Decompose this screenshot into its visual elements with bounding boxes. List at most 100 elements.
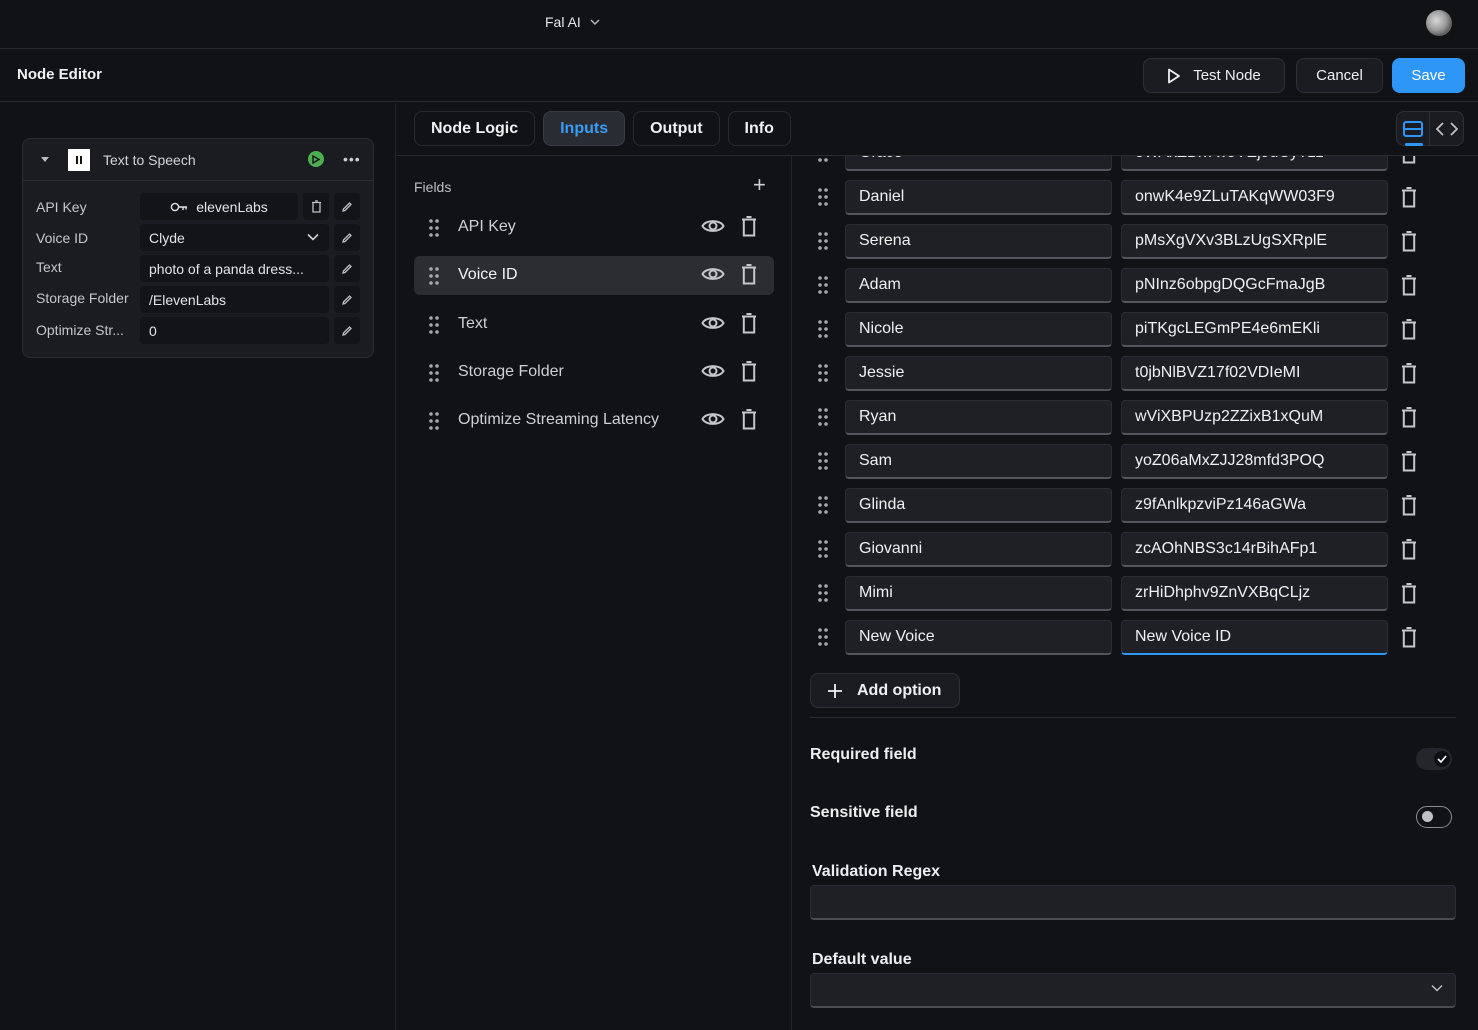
option-voice-id-input[interactable]: wViXBPUzp2ZZixB1xQuM xyxy=(1121,400,1388,435)
save-button[interactable]: Save xyxy=(1392,58,1465,93)
option-voice-id-input[interactable]: onwK4e9ZLuTAKqWW03F9 xyxy=(1121,180,1388,215)
drag-handle-icon[interactable] xyxy=(429,412,439,435)
option-name-input[interactable]: Jessie xyxy=(845,356,1112,391)
tab-output[interactable]: Output xyxy=(633,111,720,146)
visibility-eye-icon[interactable] xyxy=(701,314,725,337)
drag-handle-icon[interactable] xyxy=(818,628,828,651)
visibility-eye-icon[interactable] xyxy=(701,362,725,385)
trash-icon[interactable] xyxy=(1401,451,1417,477)
option-voice-id-input[interactable]: pNInz6obpgDQGcFmaJgB xyxy=(1121,268,1388,303)
trash-icon[interactable] xyxy=(1401,627,1417,653)
user-avatar[interactable] xyxy=(1426,10,1452,36)
drag-handle-icon[interactable] xyxy=(818,276,828,299)
trash-icon[interactable] xyxy=(741,216,757,242)
field-item[interactable]: Storage Folder xyxy=(414,353,774,392)
tab-info[interactable]: Info xyxy=(727,111,791,146)
option-name-input[interactable]: Ryan xyxy=(845,400,1112,435)
option-name-input[interactable]: Sam xyxy=(845,444,1112,479)
option-voice-id-input[interactable]: zcAOhNBS3c14rBihAFp1 xyxy=(1121,532,1388,567)
api-key-delete-button[interactable] xyxy=(303,193,329,220)
storage-folder-edit-button[interactable] xyxy=(334,286,360,313)
workspace-selector[interactable]: Fal AI xyxy=(545,14,601,30)
option-name-input[interactable]: New Voice xyxy=(845,620,1112,655)
tab-node-logic[interactable]: Node Logic xyxy=(414,111,536,146)
drag-handle-icon[interactable] xyxy=(818,408,828,431)
trash-icon[interactable] xyxy=(1401,363,1417,389)
collapse-caret-icon[interactable] xyxy=(41,157,49,162)
trash-icon[interactable] xyxy=(1401,407,1417,433)
optimize-latency-value[interactable]: 0 xyxy=(140,317,329,344)
drag-handle-icon[interactable] xyxy=(818,320,828,343)
trash-icon[interactable] xyxy=(1401,583,1417,609)
drag-handle-icon[interactable] xyxy=(429,267,439,290)
trash-icon[interactable] xyxy=(1401,187,1417,213)
option-voice-id-input[interactable]: pMsXgVXv3BLzUgSXRplE xyxy=(1121,224,1388,259)
option-voice-id-input[interactable]: z9fAnlkpzviPz146aGWa xyxy=(1121,488,1388,523)
add-field-button[interactable]: + xyxy=(753,174,766,196)
visibility-eye-icon[interactable] xyxy=(701,410,725,433)
trash-icon[interactable] xyxy=(1401,275,1417,301)
drag-handle-icon[interactable] xyxy=(818,496,828,519)
trash-icon[interactable] xyxy=(741,264,757,290)
field-item[interactable]: API Key xyxy=(414,208,774,247)
test-node-button[interactable]: Test Node xyxy=(1143,58,1285,93)
drag-handle-icon[interactable] xyxy=(429,364,439,387)
add-option-button[interactable]: Add option xyxy=(810,673,960,708)
api-key-edit-button[interactable] xyxy=(334,193,360,220)
validation-regex-input[interactable] xyxy=(810,885,1456,920)
trash-icon[interactable] xyxy=(741,360,757,387)
trash-icon[interactable] xyxy=(1401,319,1417,345)
option-voice-id-input[interactable]: yoZ06aMxZJJ28mfd3POQ xyxy=(1121,444,1388,479)
required-field-toggle[interactable] xyxy=(1416,748,1452,770)
drag-handle-icon[interactable] xyxy=(429,315,439,339)
option-name-input[interactable]: Adam xyxy=(845,268,1112,303)
sensitive-field-toggle[interactable] xyxy=(1416,806,1452,828)
drag-handle-icon[interactable] xyxy=(818,540,828,563)
default-value-select[interactable] xyxy=(810,973,1456,1008)
form-view-button[interactable] xyxy=(1397,112,1431,146)
field-item[interactable]: Optimize Streaming Latency xyxy=(414,401,774,440)
voice-id-select[interactable]: Clyde xyxy=(140,224,329,251)
run-node-icon[interactable] xyxy=(308,151,324,167)
option-name-input[interactable]: Nicole xyxy=(845,312,1112,347)
option-name-input[interactable]: Serena xyxy=(845,224,1112,259)
drag-handle-icon[interactable] xyxy=(818,232,828,255)
drag-handle-icon[interactable] xyxy=(818,156,828,167)
option-voice-id-input[interactable]: New Voice ID xyxy=(1121,620,1388,655)
tab-inputs[interactable]: Inputs xyxy=(543,111,626,146)
text-edit-button[interactable] xyxy=(334,255,360,282)
text-value[interactable]: photo of a panda dress... xyxy=(140,255,329,282)
storage-folder-value[interactable]: /ElevenLabs xyxy=(140,286,329,313)
drag-handle-icon[interactable] xyxy=(429,219,439,242)
pencil-icon xyxy=(342,294,352,305)
drag-handle-icon[interactable] xyxy=(818,584,828,607)
option-name-input[interactable]: Grace xyxy=(845,156,1112,171)
visibility-eye-icon[interactable] xyxy=(701,217,725,240)
more-options-icon[interactable]: ••• xyxy=(343,151,361,167)
api-key-value[interactable]: elevenLabs xyxy=(140,193,298,220)
optimize-latency-edit-button[interactable] xyxy=(334,317,360,344)
option-voice-id-input[interactable]: oWAxZDx7w5VEj9dCyTzz xyxy=(1121,156,1388,171)
trash-icon[interactable] xyxy=(741,312,757,339)
option-voice-id-input[interactable]: piTKgcLEGmPE4e6mEKli xyxy=(1121,312,1388,347)
cancel-button[interactable]: Cancel xyxy=(1296,58,1383,93)
drag-handle-icon[interactable] xyxy=(818,364,828,387)
option-voice-id-input[interactable]: zrHiDhphv9ZnVXBqCLjz xyxy=(1121,576,1388,611)
option-name-input[interactable]: Mimi xyxy=(845,576,1112,611)
code-view-button[interactable] xyxy=(1430,112,1463,145)
trash-icon[interactable] xyxy=(741,409,757,435)
option-name-input[interactable]: Daniel xyxy=(845,180,1112,215)
drag-handle-icon[interactable] xyxy=(818,188,828,211)
trash-icon[interactable] xyxy=(1401,495,1417,521)
voice-id-edit-button[interactable] xyxy=(334,224,360,251)
option-name-input[interactable]: Giovanni xyxy=(845,532,1112,567)
option-name-input[interactable]: Glinda xyxy=(845,488,1112,523)
trash-icon[interactable] xyxy=(1401,231,1417,257)
trash-icon[interactable] xyxy=(1401,156,1417,169)
trash-icon[interactable] xyxy=(1401,539,1417,565)
visibility-eye-icon[interactable] xyxy=(701,265,725,288)
field-item[interactable]: Text xyxy=(414,305,774,344)
field-item[interactable]: Voice ID xyxy=(414,256,774,296)
drag-handle-icon[interactable] xyxy=(818,452,828,475)
option-voice-id-input[interactable]: t0jbNlBVZ17f02VDIeMI xyxy=(1121,356,1388,391)
